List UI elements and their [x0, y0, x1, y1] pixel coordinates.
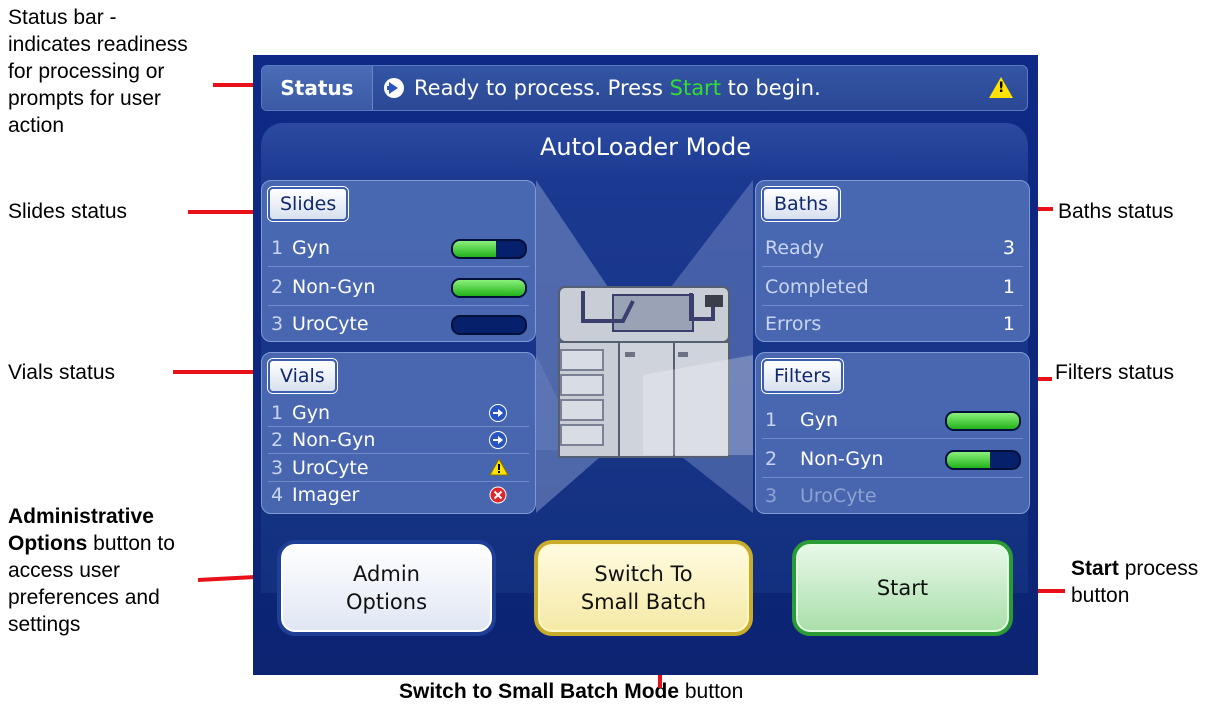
- divider: [268, 453, 529, 454]
- divider: [762, 266, 1023, 267]
- arrow-icon: [489, 404, 507, 422]
- slides-row-non-gyn: 2 Non-Gyn: [262, 272, 535, 302]
- slides-gyn-level-bar: [451, 239, 527, 259]
- divider: [268, 426, 529, 427]
- filters-panel: Filters 1 Gyn 2 Non-Gyn 3 UroCyte: [755, 352, 1030, 514]
- slides-panel: Slides 1 Gyn 2 Non-Gyn 3 UroCyte: [261, 180, 536, 342]
- annotation-slides: Slides status: [8, 200, 128, 223]
- divider: [268, 266, 529, 267]
- vials-row-imager: 4 Imager: [262, 483, 535, 507]
- filters-gyn-level-bar: [945, 411, 1021, 431]
- annotation-admin: Administrative Options button to access …: [8, 505, 175, 636]
- vials-row-urocyte: 3 UroCyte: [262, 456, 535, 480]
- baths-row-completed: Completed 1: [765, 276, 1015, 298]
- annotation-switch: Switch to Small Batch Mode button: [399, 680, 744, 703]
- filters-button[interactable]: Filters: [762, 359, 843, 393]
- divider: [268, 481, 529, 482]
- slides-row-urocyte: 3 UroCyte: [262, 309, 535, 339]
- error-icon: [489, 486, 507, 504]
- slides-button[interactable]: Slides: [268, 187, 349, 221]
- device-screen: Status Ready to process. Press Start to …: [253, 55, 1038, 675]
- divider: [268, 305, 529, 306]
- slides-urocyte-level-bar: [451, 315, 527, 335]
- baths-button[interactable]: Baths: [762, 187, 841, 221]
- annotation-vials: Vials status: [8, 361, 115, 384]
- vials-row-non-gyn: 2 Non-Gyn: [262, 428, 535, 452]
- annotation-start: Start process button: [1071, 557, 1199, 607]
- filters-non-gyn-level-bar: [945, 450, 1021, 470]
- annotation-status-bar: Status bar - indicates readiness for pro…: [8, 6, 188, 137]
- baths-row-ready: Ready 3: [765, 237, 1015, 259]
- annotation-baths: Baths status: [1058, 200, 1174, 223]
- admin-options-button[interactable]: Admin Options: [277, 540, 496, 636]
- vials-button[interactable]: Vials: [268, 359, 337, 393]
- baths-panel: Baths Ready 3 Completed 1 Errors 1: [755, 180, 1030, 342]
- vials-row-gyn: 1 Gyn: [262, 401, 535, 425]
- switch-to-small-batch-button[interactable]: Switch To Small Batch: [534, 540, 753, 636]
- divider: [762, 438, 1023, 439]
- filters-row-urocyte: 3 UroCyte: [765, 485, 877, 507]
- slides-non-gyn-level-bar: [451, 278, 527, 298]
- filters-row-non-gyn: 2 Non-Gyn: [756, 444, 1029, 474]
- annotation-filters: Filters status: [1055, 361, 1175, 384]
- start-button[interactable]: Start: [792, 540, 1013, 636]
- baths-row-errors: Errors 1: [765, 313, 1015, 335]
- filters-row-gyn: 1 Gyn: [756, 405, 1029, 435]
- warning-icon: [489, 457, 509, 476]
- arrow-icon: [489, 431, 507, 449]
- slides-row-gyn: 1 Gyn: [262, 233, 535, 263]
- vials-panel: Vials 1 Gyn 2 Non-Gyn 3 UroCyte 4 Imager: [261, 352, 536, 514]
- divider: [762, 477, 1023, 478]
- divider: [762, 305, 1023, 306]
